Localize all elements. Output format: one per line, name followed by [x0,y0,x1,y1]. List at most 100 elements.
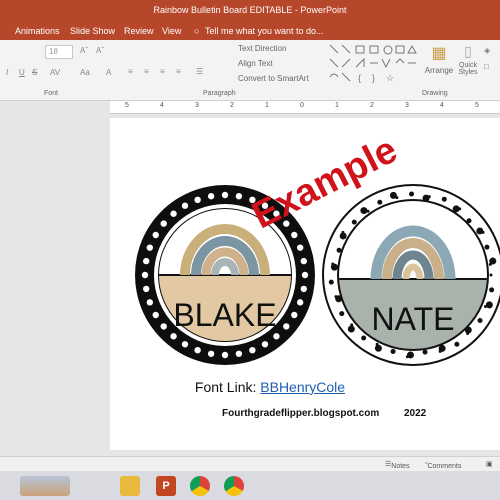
justify-icon[interactable]: ≡ [176,67,181,76]
text-direction-button[interactable]: Text Direction [238,44,286,53]
border-dot [341,230,345,234]
border-dot [481,230,485,234]
window-title: Rainbow Bulletin Board EDITABLE - PowerP… [153,5,347,15]
border-dot [485,301,493,309]
border-dot [160,220,167,227]
svg-text:☆: ☆ [386,73,394,83]
border-dot [484,244,490,250]
status-bar: ☰ Notes ▫ Comments ▣ [0,456,500,472]
group-label-drawing: Drawing [422,90,448,97]
ruler-mark: 2 [370,102,374,109]
comments-button[interactable]: ▫ Comments [425,460,461,470]
chrome-icon[interactable] [224,476,244,496]
border-dot [351,219,357,225]
italic-icon[interactable]: I [6,68,8,77]
ribbon: 18 Aˆ Aˇ I U S AV Aa A ≡ ≡ ≡ ≡ ☰ Text Di… [0,40,500,101]
chrome-icon[interactable] [190,476,210,496]
border-dot [339,311,345,317]
border-dot [141,271,149,279]
convert-smartart-button[interactable]: Convert to SmartArt [238,74,309,83]
ruler-mark: 5 [475,102,479,109]
border-dot [409,191,415,197]
border-dot [366,209,370,213]
powerpoint-icon[interactable]: P [156,476,176,496]
border-dot [235,350,243,357]
font-link[interactable]: BBHenryCole [260,379,345,395]
shapes-gallery[interactable]: { } ☆ [328,43,418,85]
border-dot [488,262,492,266]
border-dot [328,279,334,285]
border-dot [300,257,307,265]
castle-app-icon[interactable] [20,476,70,496]
border-dot [454,341,460,347]
align-right-icon[interactable]: ≡ [160,67,165,76]
notes-button[interactable]: ☰ Notes [385,460,410,470]
border-dot [466,331,470,335]
group-label-paragraph: Paragraph [203,90,236,97]
border-dot [261,341,269,348]
grow-font-icon[interactable]: Aˆ [80,46,88,55]
change-case-icon[interactable]: Aa [80,68,90,77]
align-center-icon[interactable]: ≡ [144,67,149,76]
border-dot [146,244,154,251]
normal-view-icon[interactable]: ▣ [486,460,493,468]
border-dot [143,257,150,265]
year-text: 2022 [404,408,427,419]
border-dot [207,193,215,200]
columns-icon[interactable]: ☰ [196,67,203,76]
strikethrough-icon[interactable]: S [32,68,37,77]
slide-thumbnail-panel[interactable] [0,101,106,456]
border-dot [283,323,290,330]
shape-fill-icon[interactable]: ◈ [484,46,490,55]
tell-me-box[interactable]: Tell me what you want to do... [205,26,324,36]
border-dot [347,325,355,333]
border-dot [152,231,159,239]
svg-text:{: { [358,73,361,83]
tab-view[interactable]: View [162,26,181,36]
shape-outline-icon[interactable]: □ [484,62,489,71]
ruler-mark: 3 [195,102,199,109]
border-dot [438,349,442,353]
font-link-line: Font Link: BBHenryCole [130,379,410,395]
border-dot [377,199,383,205]
border-dot [181,341,189,348]
credit-text: Fourthgradeflipper.blogspot.com [222,408,380,419]
border-dot [181,202,189,209]
border-dot [235,193,243,200]
ruler-mark: 5 [125,102,129,109]
border-dot [221,191,229,199]
border-dot [477,317,483,323]
ribbon-tabs: Animations Slide Show Review View ○ Tell… [0,22,500,40]
underline-icon[interactable]: U [19,68,25,77]
tab-animations[interactable]: Animations [15,26,60,36]
ruler-mark: 4 [160,102,164,109]
border-dot [170,333,177,340]
ruler-mark: 2 [230,102,234,109]
svg-text:}: } [372,73,375,83]
border-dot [489,287,495,293]
comments-label: Comments [427,463,462,470]
font-size-box[interactable]: 18 [45,45,73,59]
align-left-icon[interactable]: ≡ [128,67,133,76]
badge-name-left: BLAKE [173,297,276,333]
arrange-button[interactable]: ▦ Arrange [424,43,454,85]
quick-styles-button[interactable]: ▯ Quick Styles [456,43,480,85]
border-dot [489,273,493,277]
tab-slide-show[interactable]: Slide Show [70,26,115,36]
align-text-button[interactable]: Align Text [238,59,273,68]
name-badge-right[interactable]: NATE [322,184,500,366]
border-dot [395,196,399,200]
border-dot [361,335,367,341]
badge-name-right: NATE [372,301,455,337]
border-dot [249,346,256,354]
tab-review[interactable]: Review [124,26,154,36]
font-color-icon[interactable]: A [106,68,111,77]
file-explorer-icon[interactable] [120,476,140,496]
ruler-mark: 1 [265,102,269,109]
font-link-label: Font Link: [194,379,257,395]
ruler-mark: 4 [440,102,444,109]
border-dot [160,323,167,330]
border-dot [390,348,396,354]
shrink-font-icon[interactable]: Aˇ [96,46,104,55]
char-spacing-icon[interactable]: AV [50,68,60,77]
